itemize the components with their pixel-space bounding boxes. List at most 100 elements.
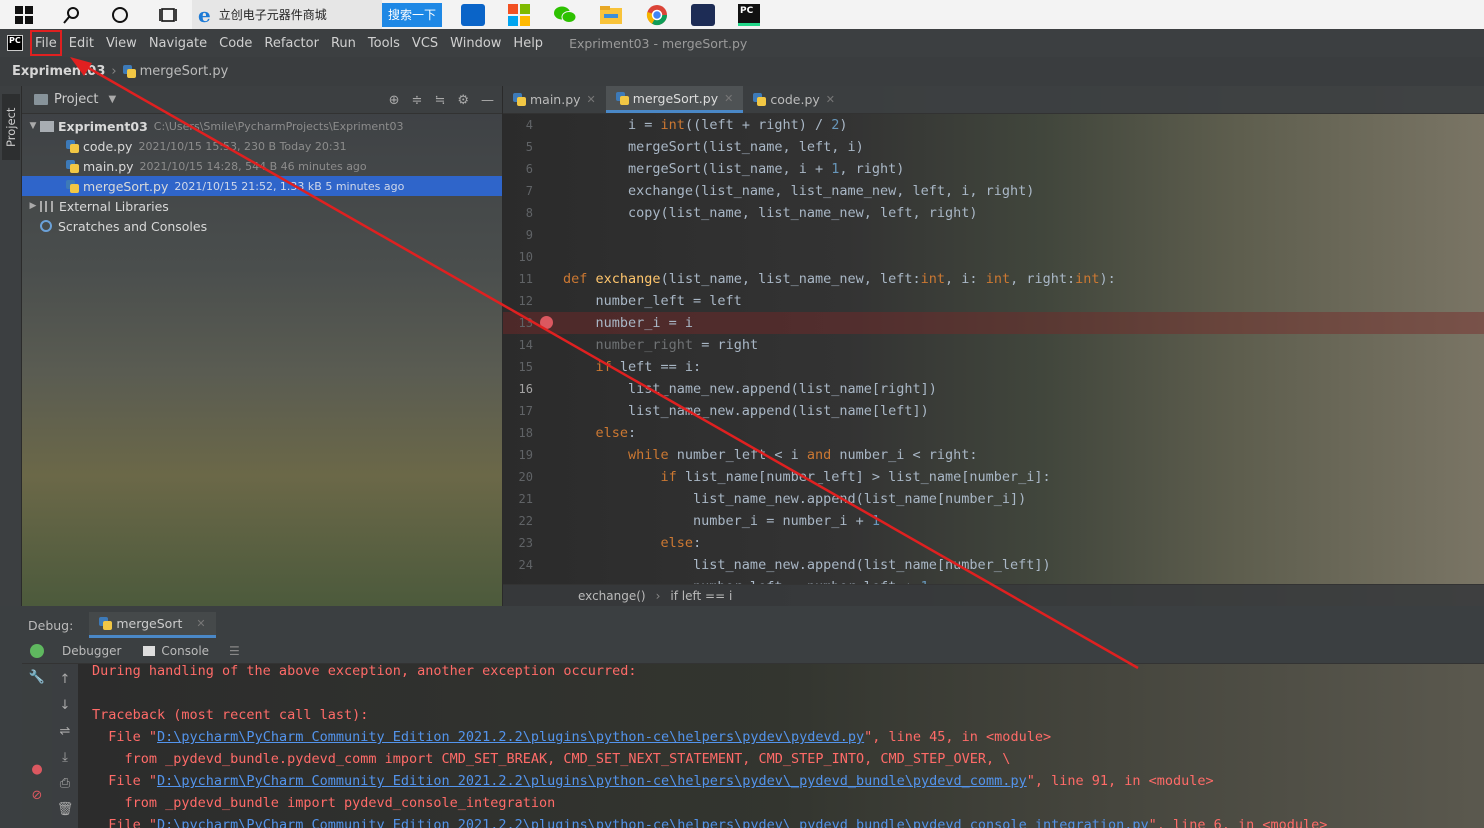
close-icon[interactable]: ✕ [826,93,835,106]
breakpoint-icon[interactable] [540,316,553,329]
arrow-up-icon[interactable]: ↑ [52,672,78,687]
line-number: 6 [525,162,533,176]
cortana-icon[interactable] [96,0,144,29]
file-link[interactable]: D:\pycharm\PyCharm Community Edition 202… [157,817,1149,828]
console-line: from _pydevd_bundle import pydevd_consol… [92,795,556,811]
code-area[interactable]: i = int((left + right) / 2) mergeSort(li… [563,114,1484,584]
arrow-down-icon[interactable]: ↓ [52,698,78,713]
debug-panel-header: Debug: mergeSort ✕ [22,612,1484,638]
line-number: 12 [518,294,533,308]
wechat-icon[interactable] [542,0,588,29]
menu-file[interactable]: File [29,29,63,57]
close-icon[interactable]: ✕ [196,617,205,630]
menu-vcs[interactable]: VCS [406,29,444,57]
line-number: 19 [518,448,533,462]
trash-icon[interactable]: 🗑 [52,802,78,817]
line-number: 5 [525,140,533,154]
soft-wrap-icon[interactable]: ⇌ [52,724,78,739]
code-line: def exchange(list_name, list_name_new, l… [563,271,1116,287]
scroll-to-end-icon[interactable]: ⤓ [52,750,78,765]
left-tool-stripe: Project [0,86,22,606]
editor-gutter[interactable]: 4 5 6 7 8 9 10 11 12 13 14 15 16 17 18 1… [503,114,563,584]
breadcrumb-statement[interactable]: if left == i [670,589,732,603]
taskbar-browser-app[interactable]: e 立创电子元器件商城 [192,0,382,29]
line-number: 22 [518,514,533,528]
console-line: During handling of the above exception, … [92,664,637,679]
mail-icon[interactable] [450,0,496,29]
file-link[interactable]: D:\pycharm\PyCharm Community Edition 202… [157,729,864,745]
menu-navigate[interactable]: Navigate [143,29,213,57]
code-line: if left == i: [595,359,702,375]
debug-config-name: mergeSort [116,616,183,631]
expand-all-icon[interactable]: ≑ [412,93,423,108]
tree-item-mergesort-py[interactable]: mergeSort.py 2021/10/15 21:52, 1.33 kB 5… [22,176,502,196]
tree-item-label: External Libraries [59,198,169,214]
layout-icon[interactable]: ☰ [229,644,240,658]
line-number: 10 [518,250,533,264]
collapse-all-icon[interactable]: ≒ [434,93,445,108]
chevron-right-icon[interactable]: ▶ [26,201,40,211]
tree-item-external-libraries[interactable]: ▶ External Libraries [22,196,502,216]
project-tool-tab[interactable]: Project [2,94,20,160]
menu-refactor[interactable]: Refactor [258,29,325,57]
tab-debugger[interactable]: Debugger [62,644,121,658]
windows-start-icon[interactable] [0,0,48,29]
line-number: 21 [518,492,533,506]
breadcrumb-function[interactable]: exchange() [578,589,646,603]
tree-root[interactable]: ▼ Expriment03 C:\Users\Smile\PycharmProj… [22,116,502,136]
locate-icon[interactable]: ⊕ [389,93,400,108]
tab-console[interactable]: Console ☰ [143,644,240,658]
menu-view[interactable]: View [100,29,143,57]
tab-code-py[interactable]: code.py ✕ [743,86,845,113]
chrome-icon[interactable] [634,0,680,29]
nav-file[interactable]: mergeSort.py [140,64,229,79]
minimize-icon[interactable]: — [481,93,494,108]
debug-side-toolbar: 🔧 ● ⊘ [22,664,52,828]
tab-main-py[interactable]: main.py ✕ [503,86,606,113]
taskbar-search-button[interactable]: 搜索一下 [382,2,443,27]
project-panel-title[interactable]: Project [54,92,98,107]
close-icon[interactable]: ✕ [724,92,733,105]
file-link[interactable]: D:\pycharm\PyCharm Community Edition 202… [157,773,1027,789]
game-app-icon[interactable] [680,0,726,29]
menu-window[interactable]: Window [444,29,507,57]
search-icon[interactable] [48,0,96,29]
wrench-icon[interactable]: 🔧 [22,670,52,685]
menu-bar: PC File Edit View Navigate Code Refactor… [0,29,1484,57]
project-folder-icon [34,94,48,105]
menu-help[interactable]: Help [507,29,549,57]
task-view-icon[interactable] [144,0,192,29]
nav-project[interactable]: Expriment03 [12,64,105,79]
library-icon [40,200,53,212]
print-icon[interactable]: ⎙ [52,776,78,791]
close-icon[interactable]: ✕ [587,93,596,106]
menu-tools[interactable]: Tools [362,29,406,57]
store-icon[interactable] [496,0,542,29]
console-output[interactable]: During handling of the above exception, … [78,664,1484,828]
tab-label: mergeSort.py [632,90,719,106]
code-line: list_name_new.append(list_name[number_i]… [563,491,1027,507]
gear-icon[interactable]: ⚙ [457,93,469,108]
console-line: File "D:\pycharm\PyCharm Community Editi… [92,729,1052,745]
view-breakpoints-icon[interactable]: ● [22,762,52,777]
chevron-down-icon[interactable]: ▼ [108,94,116,105]
python-file-icon [122,65,136,78]
project-panel: Project ▼ ⊕ ≑ ≒ ⚙ — ▼ Expriment03 C:\Use… [22,86,502,606]
menu-code[interactable]: Code [213,29,258,57]
tree-item-main-py[interactable]: main.py 2021/10/15 14:28, 544 B 46 minut… [22,156,502,176]
chevron-down-icon[interactable]: ▼ [26,121,40,131]
tree-item-scratches[interactable]: Scratches and Consoles [22,216,502,236]
debug-config-tab[interactable]: mergeSort ✕ [89,612,216,638]
menu-run[interactable]: Run [325,29,362,57]
file-explorer-icon[interactable] [588,0,634,29]
mute-breakpoints-icon[interactable]: ⊘ [22,788,52,803]
tab-mergesort-py[interactable]: mergeSort.py ✕ [605,86,744,113]
menu-edit[interactable]: Edit [63,29,100,57]
python-file-icon [753,93,767,106]
navigation-bar: Expriment03 › mergeSort.py [0,57,1484,86]
code-line: mergeSort(list_name, i + 1, right) [563,161,905,177]
tree-item-code-py[interactable]: code.py 2021/10/15 15:53, 230 B Today 20… [22,136,502,156]
pycharm-taskbar-icon[interactable]: PC [726,0,772,29]
code-line: else: [595,425,637,441]
code-line: number_i = i [563,315,694,331]
